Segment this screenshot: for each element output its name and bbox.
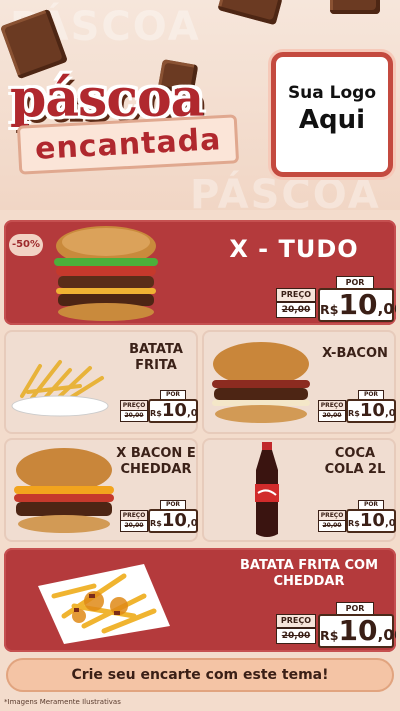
- new-price: R$10,00: [318, 288, 396, 322]
- soda-bottle-image: [255, 442, 279, 537]
- logo-line1: Sua Logo: [287, 83, 377, 103]
- price-tag: PREÇO 20,00 POR R$10,00: [318, 500, 396, 533]
- product-card-x-tudo[interactable]: X - TUDO PREÇO 20,00 POR R$10,00: [4, 220, 396, 325]
- chocolate-piece: [330, 0, 380, 14]
- price-tag: PREÇO 20,00 POR R$10,00: [276, 276, 396, 322]
- cta-banner[interactable]: Crie seu encarte com este tema!: [6, 658, 394, 692]
- background-watermark: PÁSCOA: [190, 172, 381, 210]
- old-price: 20,00: [318, 520, 346, 532]
- product-name: BATATA FRITA: [129, 342, 183, 374]
- product-name: X-BACON: [322, 346, 388, 361]
- old-price: 20,00: [276, 628, 316, 644]
- product-card-batata-cheddar[interactable]: BATATA FRITA COM CHEDDAR PREÇO 20,00 POR…: [4, 548, 396, 652]
- new-price: R$10,00: [148, 399, 198, 423]
- new-price: R$10,00: [318, 614, 396, 648]
- header: PÁSCOA PÁSCOA páscoa encantada Sua Logo …: [0, 0, 400, 210]
- logo-placeholder[interactable]: Sua Logo Aqui: [271, 52, 393, 177]
- burger-image: [14, 448, 114, 533]
- product-card-coca-cola[interactable]: COCA COLA 2L PREÇO 20,00 POR R$10,00: [202, 438, 396, 542]
- burger-image: [54, 226, 158, 321]
- product-card-x-bacon-cheddar[interactable]: X BACON E CHEDDAR PREÇO 20,00 POR R$10,0…: [4, 438, 198, 542]
- new-price: R$10,00: [346, 399, 396, 423]
- product-name: BATATA FRITA COM CHEDDAR: [239, 558, 379, 590]
- new-price: R$10,00: [148, 509, 198, 533]
- fries-image: [11, 360, 109, 417]
- price-tag: PREÇO 20,00 POR R$10,00: [120, 500, 198, 533]
- title-encantada: encantada: [16, 114, 240, 175]
- old-price-label: PREÇO: [276, 614, 316, 628]
- chocolate-piece: [217, 0, 283, 26]
- product-card-batata-frita[interactable]: BATATA FRITA PREÇO 20,00 POR R$10,00: [4, 330, 198, 434]
- old-price: 20,00: [318, 410, 346, 422]
- product-name: X BACON E CHEDDAR: [116, 446, 196, 478]
- old-price: 20,00: [120, 410, 148, 422]
- product-name: X - TUDO: [229, 235, 359, 263]
- logo-line2: Aqui: [298, 105, 366, 135]
- old-price-label: PREÇO: [276, 288, 316, 302]
- price-tag: PREÇO 20,00 POR R$10,00: [276, 602, 396, 648]
- old-price: 20,00: [276, 302, 316, 318]
- footnote: *Imagens Meramente Ilustrativas: [4, 698, 121, 706]
- old-price: 20,00: [120, 520, 148, 532]
- price-tag: PREÇO 20,00 POR R$10,00: [120, 390, 198, 423]
- cheddar-fries-image: [38, 564, 170, 644]
- discount-badge: -50%: [9, 234, 43, 256]
- product-name: COCA COLA 2L: [324, 446, 386, 478]
- burger-image: [212, 342, 310, 423]
- price-tag: PREÇO 20,00 POR R$10,00: [318, 390, 396, 423]
- product-card-x-bacon[interactable]: X-BACON PREÇO 20,00 POR R$10,00: [202, 330, 396, 434]
- new-price: R$10,00: [346, 509, 396, 533]
